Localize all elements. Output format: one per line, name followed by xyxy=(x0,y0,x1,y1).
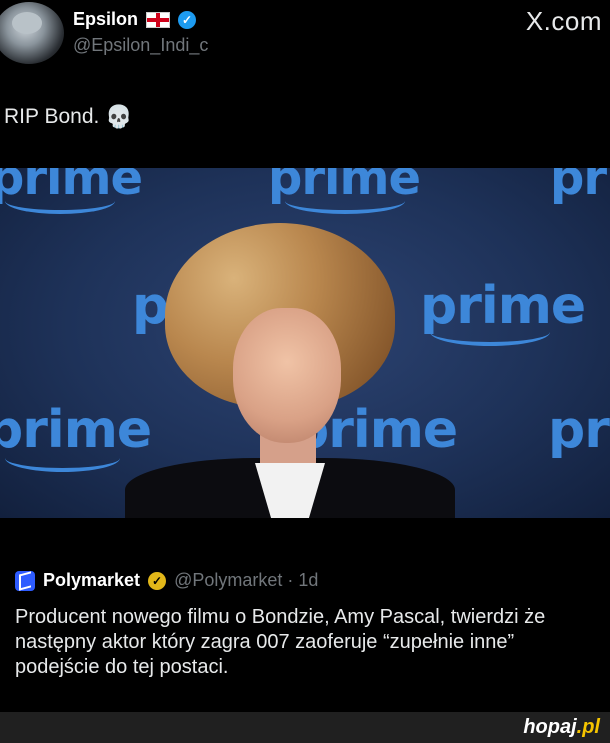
quoted-tweet[interactable]: Polymarket ✓ @Polymarket · 1d Producent … xyxy=(0,551,610,709)
watermark-bar: hopaj.pl xyxy=(0,712,610,743)
hopaj-watermark: hopaj.pl xyxy=(523,716,600,738)
tweet-photo[interactable]: prime prime prime prime prime pri pr p xyxy=(0,168,610,518)
quoted-author-row: Polymarket ✓ @Polymarket · 1d xyxy=(15,570,318,591)
author-handle[interactable]: @Epsilon_Indi_c xyxy=(73,35,208,56)
tweet-header: Epsilon ✓ @Epsilon_Indi_c X.com xyxy=(0,0,610,80)
england-flag-icon xyxy=(146,11,171,28)
quoted-tweet-text: Producent nowego filmu o Bondzie, Amy Pa… xyxy=(15,606,546,678)
polymarket-logo-icon xyxy=(15,570,35,591)
tweet-text: RIP Bond. 💀 xyxy=(4,104,133,130)
quoted-author-handle[interactable]: @Polymarket · 1d xyxy=(174,570,318,591)
gold-verified-badge-icon: ✓ xyxy=(148,571,167,590)
quoted-author-name[interactable]: Polymarket xyxy=(43,570,140,591)
tweet-text-content: RIP Bond. xyxy=(4,105,100,128)
verified-badge-icon: ✓ xyxy=(178,10,197,29)
person-portrait xyxy=(115,223,455,518)
prime-logo-text: pri xyxy=(548,400,610,460)
avatar[interactable] xyxy=(0,2,64,64)
author-row: Epsilon ✓ xyxy=(73,9,197,30)
x-brand-label: X.com xyxy=(525,6,602,36)
skull-emoji: 💀 xyxy=(105,104,133,129)
author-name[interactable]: Epsilon xyxy=(73,9,138,30)
